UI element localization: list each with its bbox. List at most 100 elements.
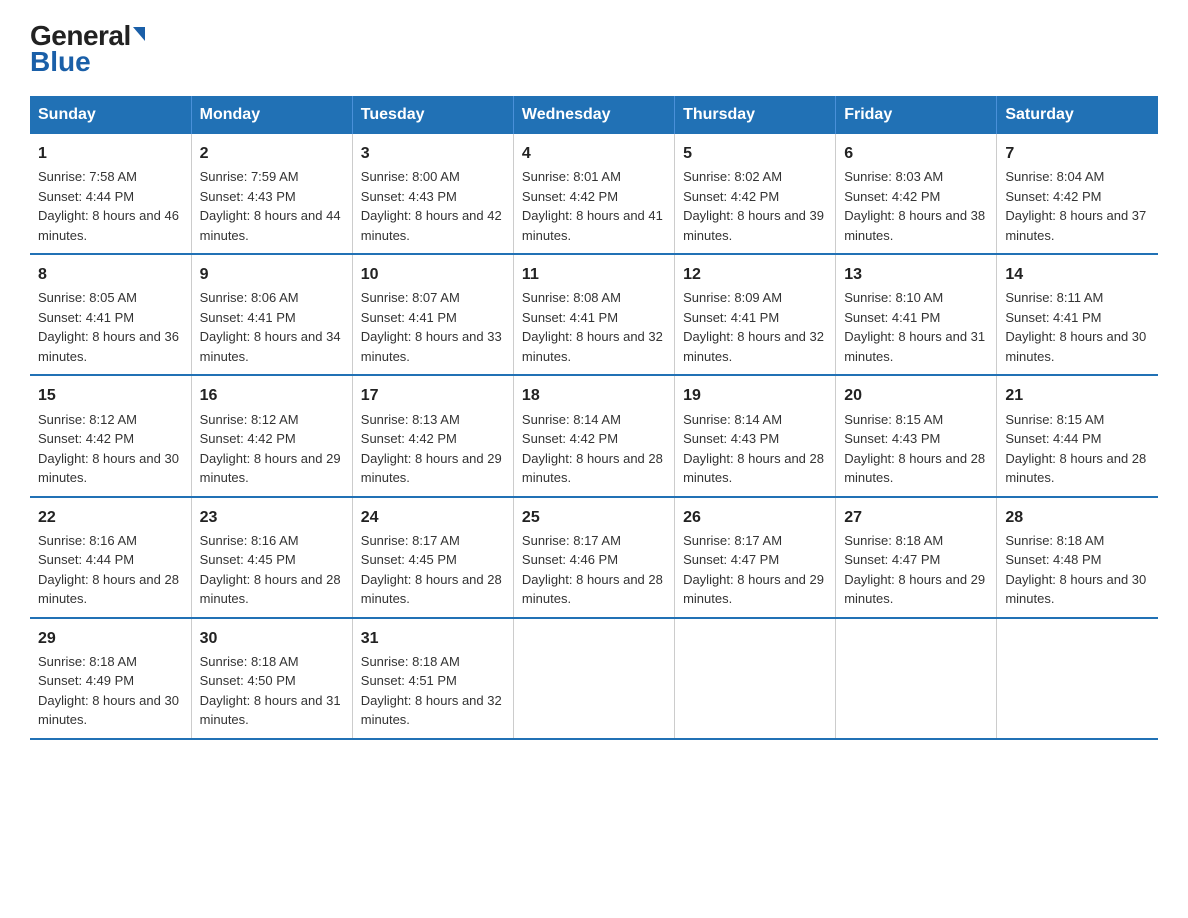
day-number: 15 <box>38 384 183 407</box>
day-number: 18 <box>522 384 666 407</box>
day-number: 3 <box>361 142 505 165</box>
day-number: 29 <box>38 627 183 650</box>
calendar-cell: 12Sunrise: 8:09 AMSunset: 4:41 PMDayligh… <box>675 254 836 375</box>
day-number: 27 <box>844 506 988 529</box>
day-number: 30 <box>200 627 344 650</box>
calendar-cell: 26Sunrise: 8:17 AMSunset: 4:47 PMDayligh… <box>675 497 836 618</box>
day-info: Sunrise: 8:10 AMSunset: 4:41 PMDaylight:… <box>844 288 988 366</box>
day-number: 12 <box>683 263 827 286</box>
day-number: 7 <box>1005 142 1150 165</box>
day-info: Sunrise: 8:18 AMSunset: 4:50 PMDaylight:… <box>200 652 344 730</box>
weekday-header-tuesday: Tuesday <box>352 96 513 134</box>
weekday-header-friday: Friday <box>836 96 997 134</box>
day-info: Sunrise: 8:18 AMSunset: 4:49 PMDaylight:… <box>38 652 183 730</box>
calendar-table: SundayMondayTuesdayWednesdayThursdayFrid… <box>30 96 1158 740</box>
day-number: 21 <box>1005 384 1150 407</box>
calendar-week-row: 1Sunrise: 7:58 AMSunset: 4:44 PMDaylight… <box>30 134 1158 254</box>
calendar-cell: 3Sunrise: 8:00 AMSunset: 4:43 PMDaylight… <box>352 134 513 254</box>
day-info: Sunrise: 8:16 AMSunset: 4:44 PMDaylight:… <box>38 531 183 609</box>
day-number: 13 <box>844 263 988 286</box>
calendar-cell: 23Sunrise: 8:16 AMSunset: 4:45 PMDayligh… <box>191 497 352 618</box>
calendar-header-row: SundayMondayTuesdayWednesdayThursdayFrid… <box>30 96 1158 134</box>
day-number: 5 <box>683 142 827 165</box>
day-number: 26 <box>683 506 827 529</box>
day-number: 16 <box>200 384 344 407</box>
day-number: 22 <box>38 506 183 529</box>
day-info: Sunrise: 8:03 AMSunset: 4:42 PMDaylight:… <box>844 167 988 245</box>
calendar-cell: 1Sunrise: 7:58 AMSunset: 4:44 PMDaylight… <box>30 134 191 254</box>
weekday-header-sunday: Sunday <box>30 96 191 134</box>
calendar-cell <box>675 618 836 739</box>
day-info: Sunrise: 8:13 AMSunset: 4:42 PMDaylight:… <box>361 410 505 488</box>
calendar-cell: 6Sunrise: 8:03 AMSunset: 4:42 PMDaylight… <box>836 134 997 254</box>
calendar-cell: 7Sunrise: 8:04 AMSunset: 4:42 PMDaylight… <box>997 134 1158 254</box>
calendar-cell: 13Sunrise: 8:10 AMSunset: 4:41 PMDayligh… <box>836 254 997 375</box>
calendar-cell: 22Sunrise: 8:16 AMSunset: 4:44 PMDayligh… <box>30 497 191 618</box>
calendar-cell: 30Sunrise: 8:18 AMSunset: 4:50 PMDayligh… <box>191 618 352 739</box>
day-number: 11 <box>522 263 666 286</box>
day-info: Sunrise: 8:04 AMSunset: 4:42 PMDaylight:… <box>1005 167 1150 245</box>
logo: General Blue <box>30 20 145 78</box>
day-info: Sunrise: 8:11 AMSunset: 4:41 PMDaylight:… <box>1005 288 1150 366</box>
day-info: Sunrise: 8:17 AMSunset: 4:47 PMDaylight:… <box>683 531 827 609</box>
calendar-week-row: 8Sunrise: 8:05 AMSunset: 4:41 PMDaylight… <box>30 254 1158 375</box>
calendar-cell: 18 Sunrise: 8:14 AMSunset: 4:42 PMDayligh… <box>513 375 674 496</box>
day-info: Sunrise: 8:15 AMSunset: 4:43 PMDaylight:… <box>844 410 988 488</box>
day-info: Sunrise: 8:07 AMSunset: 4:41 PMDaylight:… <box>361 288 505 366</box>
calendar-cell: 11Sunrise: 8:08 AMSunset: 4:41 PMDayligh… <box>513 254 674 375</box>
day-number: 9 <box>200 263 344 286</box>
day-number: 6 <box>844 142 988 165</box>
calendar-cell: 16 Sunrise: 8:12 AMSunset: 4:42 PMDayligh… <box>191 375 352 496</box>
day-number: 23 <box>200 506 344 529</box>
logo-blue-text: Blue <box>30 46 91 78</box>
day-number: 24 <box>361 506 505 529</box>
day-number: 25 <box>522 506 666 529</box>
calendar-week-row: 22Sunrise: 8:16 AMSunset: 4:44 PMDayligh… <box>30 497 1158 618</box>
calendar-week-row: 29Sunrise: 8:18 AMSunset: 4:49 PMDayligh… <box>30 618 1158 739</box>
day-number: 1 <box>38 142 183 165</box>
weekday-header-monday: Monday <box>191 96 352 134</box>
day-info: Sunrise: 8:05 AMSunset: 4:41 PMDaylight:… <box>38 288 183 366</box>
calendar-cell <box>836 618 997 739</box>
day-number: 20 <box>844 384 988 407</box>
calendar-cell: 15Sunrise: 8:12 AMSunset: 4:42 PMDayligh… <box>30 375 191 496</box>
day-number: 14 <box>1005 263 1150 286</box>
calendar-cell: 25Sunrise: 8:17 AMSunset: 4:46 PMDayligh… <box>513 497 674 618</box>
calendar-cell: 10Sunrise: 8:07 AMSunset: 4:41 PMDayligh… <box>352 254 513 375</box>
day-number: 2 <box>200 142 344 165</box>
day-info: Sunrise: 7:58 AMSunset: 4:44 PMDaylight:… <box>38 167 183 245</box>
day-info: Sunrise: 7:59 AMSunset: 4:43 PMDaylight:… <box>200 167 344 245</box>
calendar-cell: 9Sunrise: 8:06 AMSunset: 4:41 PMDaylight… <box>191 254 352 375</box>
calendar-cell: 14Sunrise: 8:11 AMSunset: 4:41 PMDayligh… <box>997 254 1158 375</box>
calendar-cell: 5Sunrise: 8:02 AMSunset: 4:42 PMDaylight… <box>675 134 836 254</box>
calendar-cell <box>513 618 674 739</box>
page-header: General Blue <box>30 20 1158 78</box>
day-info: Sunrise: 8:12 AMSunset: 4:42 PMDaylight:… <box>200 410 344 488</box>
calendar-cell: 8Sunrise: 8:05 AMSunset: 4:41 PMDaylight… <box>30 254 191 375</box>
day-info: Sunrise: 8:18 AMSunset: 4:47 PMDaylight:… <box>844 531 988 609</box>
day-number: 4 <box>522 142 666 165</box>
weekday-header-saturday: Saturday <box>997 96 1158 134</box>
day-info: Sunrise: 8:02 AMSunset: 4:42 PMDaylight:… <box>683 167 827 245</box>
calendar-cell: 28Sunrise: 8:18 AMSunset: 4:48 PMDayligh… <box>997 497 1158 618</box>
day-info: Sunrise: 8:16 AMSunset: 4:45 PMDaylight:… <box>200 531 344 609</box>
day-info: Sunrise: 8:14 AMSunset: 4:42 PMDaylight:… <box>522 410 666 488</box>
day-number: 8 <box>38 263 183 286</box>
day-info: Sunrise: 8:14 AMSunset: 4:43 PMDaylight:… <box>683 410 827 488</box>
day-number: 28 <box>1005 506 1150 529</box>
day-info: Sunrise: 8:06 AMSunset: 4:41 PMDaylight:… <box>200 288 344 366</box>
calendar-cell: 31Sunrise: 8:18 AMSunset: 4:51 PMDayligh… <box>352 618 513 739</box>
day-info: Sunrise: 8:08 AMSunset: 4:41 PMDaylight:… <box>522 288 666 366</box>
calendar-cell: 24Sunrise: 8:17 AMSunset: 4:45 PMDayligh… <box>352 497 513 618</box>
weekday-header-wednesday: Wednesday <box>513 96 674 134</box>
day-info: Sunrise: 8:17 AMSunset: 4:45 PMDaylight:… <box>361 531 505 609</box>
weekday-header-thursday: Thursday <box>675 96 836 134</box>
day-number: 31 <box>361 627 505 650</box>
day-info: Sunrise: 8:00 AMSunset: 4:43 PMDaylight:… <box>361 167 505 245</box>
calendar-week-row: 15 Sunrise: 8:12 AMSunset: 4:42 PMDayligh… <box>30 375 1158 496</box>
day-number: 17 <box>361 384 505 407</box>
day-number: 10 <box>361 263 505 286</box>
day-info: Sunrise: 8:01 AMSunset: 4:42 PMDaylight:… <box>522 167 666 245</box>
day-info: Sunrise: 8:18 AMSunset: 4:51 PMDaylight:… <box>361 652 505 730</box>
calendar-cell: 20 Sunrise: 8:15 AMSunset: 4:43 PMDayligh… <box>836 375 997 496</box>
